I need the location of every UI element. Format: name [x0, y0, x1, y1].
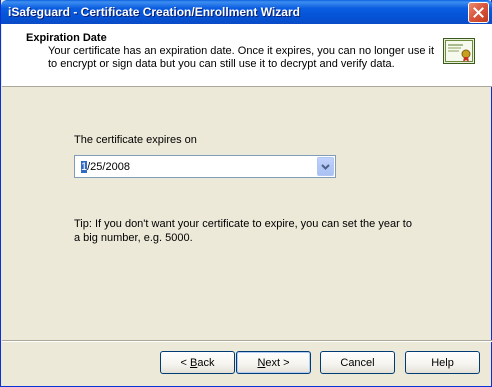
certificate-icon: [443, 38, 475, 64]
next-accel: N: [257, 356, 266, 369]
close-icon: [473, 7, 484, 18]
back-button[interactable]: < Back: [160, 351, 235, 374]
button-separator: [2, 340, 492, 342]
expiration-date-picker[interactable]: 1/25/2008: [74, 155, 336, 178]
title-bar[interactable]: iSafeguard - Certificate Creation/Enroll…: [1, 0, 492, 24]
tip-text: Tip: If you don't want your certificate …: [74, 218, 412, 244]
date-value[interactable]: 1/25/2008: [81, 161, 130, 173]
page-title: Expiration Date: [26, 32, 107, 44]
date-rest: /25/2008: [87, 161, 130, 173]
next-rest: ext >: [265, 356, 290, 369]
chevron-down-icon: [321, 163, 330, 170]
help-button[interactable]: Help: [405, 351, 480, 374]
close-button[interactable]: [468, 2, 489, 23]
wizard-header: Expiration Date Your certificate has an …: [2, 24, 492, 87]
expires-label: The certificate expires on: [74, 134, 197, 146]
next-button[interactable]: Next >: [236, 351, 311, 374]
cancel-button[interactable]: Cancel: [320, 351, 395, 374]
wizard-window: iSafeguard - Certificate Creation/Enroll…: [0, 0, 492, 387]
back-rest: ack: [197, 356, 215, 369]
back-accel: B: [190, 356, 198, 369]
window-title: iSafeguard - Certificate Creation/Enroll…: [8, 5, 300, 19]
dropdown-button[interactable]: [317, 157, 334, 176]
back-prefix: <: [180, 356, 190, 369]
page-description: Your certificate has an expiration date.…: [48, 45, 435, 70]
